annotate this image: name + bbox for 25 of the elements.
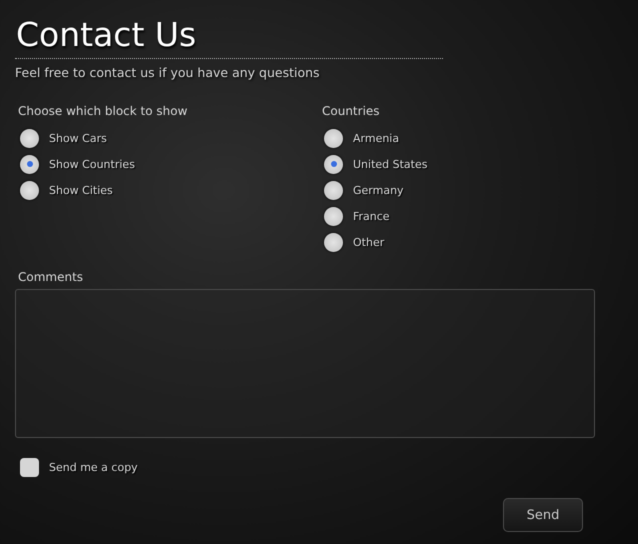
send-button[interactable]: Send — [503, 498, 583, 532]
field-label: Comments — [18, 270, 84, 285]
checkbox-label[interactable]: Send me a copy — [49, 461, 138, 474]
radio-label[interactable]: Show Cars — [49, 132, 107, 144]
radio-button[interactable] — [20, 180, 39, 200]
radio-label[interactable]: Other — [353, 236, 384, 248]
group-label: Choose which block to show — [18, 104, 188, 119]
radio-label[interactable]: United States — [353, 158, 428, 170]
radio-label[interactable]: Germany — [353, 184, 404, 196]
checkbox[interactable] — [20, 458, 39, 477]
radio-button[interactable] — [20, 154, 39, 174]
radio-button[interactable] — [324, 232, 343, 252]
comments-field[interactable] — [15, 289, 595, 438]
group-label: Countries — [322, 104, 380, 119]
radio-label[interactable]: Show Countries — [49, 158, 135, 170]
radio-button[interactable] — [324, 128, 343, 148]
subtitle: Feel free to contact us if you have any questions — [15, 65, 320, 80]
radio-button[interactable] — [324, 154, 343, 174]
radio-button[interactable] — [324, 180, 343, 200]
radio-button[interactable] — [20, 128, 39, 148]
radio-label[interactable]: France — [353, 210, 390, 222]
page-title: Contact Us — [16, 14, 196, 56]
radio-button[interactable] — [324, 206, 343, 226]
radio-label[interactable]: Armenia — [353, 132, 400, 144]
radio-label[interactable]: Show Cities — [49, 184, 113, 196]
